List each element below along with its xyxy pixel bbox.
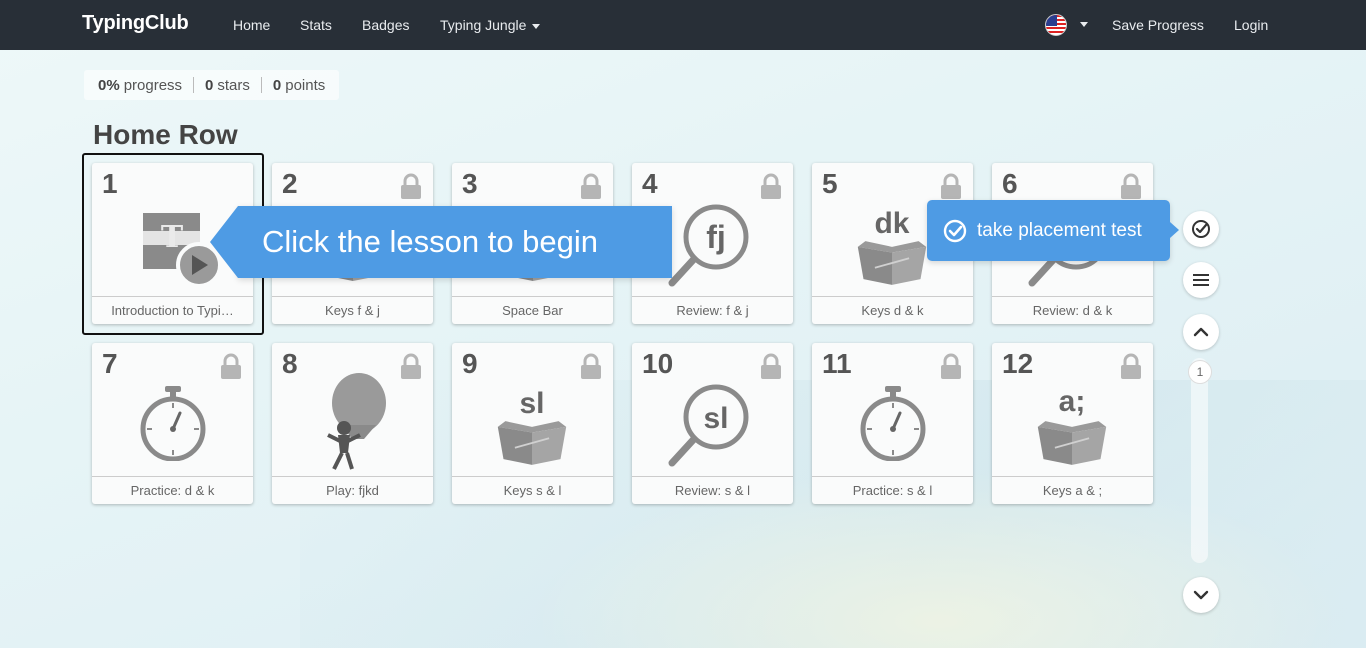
stars-label: stars (217, 76, 250, 94)
nav-typing-jungle-dropdown[interactable]: Typing Jungle (440, 17, 541, 33)
menu-button[interactable] (1183, 262, 1219, 298)
language-chevron-down-icon[interactable] (1080, 22, 1088, 27)
stars-count: 0 (205, 76, 214, 94)
nav-home[interactable]: Home (233, 17, 270, 33)
nav-badges[interactable]: Badges (362, 17, 409, 33)
box-text: a; (1059, 385, 1086, 418)
chevron-down-icon (532, 23, 541, 29)
placement-check-icon (1192, 220, 1210, 238)
divider (260, 77, 262, 93)
lesson-label: Keys s & l (452, 476, 613, 504)
lesson-hint-tooltip: Click the lesson to begin (210, 206, 672, 278)
section-title: Home Row (93, 119, 238, 150)
top-navbar: TypingClub Home Stats Badges Typing Jung… (0, 0, 1366, 50)
lesson-label: Practice: s & l (812, 476, 973, 504)
lesson-label: Space Bar (452, 296, 613, 324)
progress-percent: 0% (98, 76, 120, 94)
lesson-card-8[interactable]: 8 Play: fjkd (272, 343, 433, 504)
divider (193, 77, 195, 93)
stopwatch-icon (812, 373, 973, 475)
brand-logo[interactable]: TypingClub (82, 12, 189, 35)
placement-test-button[interactable] (1183, 211, 1219, 247)
scroll-up-icon (1193, 327, 1209, 337)
lesson-card-10[interactable]: 10 sl Review: s & l (632, 343, 793, 504)
open-box-icon: sl (496, 387, 568, 466)
box-text: dk (874, 207, 909, 240)
lesson-label: Keys f & j (272, 296, 433, 324)
lesson-card-12[interactable]: 12 a; Keys a & ; (992, 343, 1153, 504)
points-label: points (285, 76, 326, 94)
scroll-down-button[interactable] (1183, 577, 1219, 613)
nav-stats[interactable]: Stats (300, 17, 332, 33)
lesson-label: Keys d & k (812, 296, 973, 324)
svg-text:T: T (161, 220, 184, 255)
menu-icon (1193, 274, 1209, 286)
lesson-label: Review: d & k (992, 296, 1153, 324)
lesson-hint-text: Click the lesson to begin (262, 224, 599, 259)
lesson-card-7[interactable]: 7 Practice: d & k (92, 343, 253, 504)
login-link[interactable]: Login (1234, 17, 1268, 33)
nav-typing-jungle-label: Typing Jungle (440, 17, 527, 33)
progress-summary: 0% progress 0 stars 0 points (84, 70, 340, 100)
points-count: 0 (272, 76, 282, 94)
scroll-up-button[interactable] (1183, 314, 1219, 350)
lesson-label: Review: s & l (632, 476, 793, 504)
lesson-card-11[interactable]: 11 Practice: s & l (812, 343, 973, 504)
magnifier-text: fj (706, 219, 726, 255)
open-box-icon: a; (1036, 385, 1108, 466)
page-scroll-track[interactable] (1191, 358, 1208, 563)
placement-test-tooltip[interactable]: take placement test (927, 200, 1179, 261)
check-circle-icon (943, 219, 967, 242)
lesson-card-9[interactable]: 9 sl Keys s & l (452, 343, 613, 504)
scroll-down-icon (1193, 590, 1209, 600)
lesson-label: Introduction to Typi… (92, 296, 253, 324)
lesson-label: Play: fjkd (272, 476, 433, 504)
box-text: sl (519, 387, 544, 420)
page-indicator[interactable]: 1 (1188, 360, 1212, 384)
us-flag-icon[interactable] (1045, 14, 1067, 36)
placement-test-label: take placement test (977, 219, 1142, 241)
lesson-label: Keys a & ; (992, 476, 1153, 504)
save-progress-link[interactable]: Save Progress (1112, 17, 1204, 33)
balloon-game-icon (327, 373, 386, 470)
magnifier-icon: sl (632, 373, 793, 475)
magnifier-text: sl (703, 402, 728, 435)
progress-label: progress (123, 76, 183, 94)
lesson-label: Practice: d & k (92, 476, 253, 504)
lesson-label: Review: f & j (632, 296, 793, 324)
stopwatch-icon (92, 373, 253, 475)
